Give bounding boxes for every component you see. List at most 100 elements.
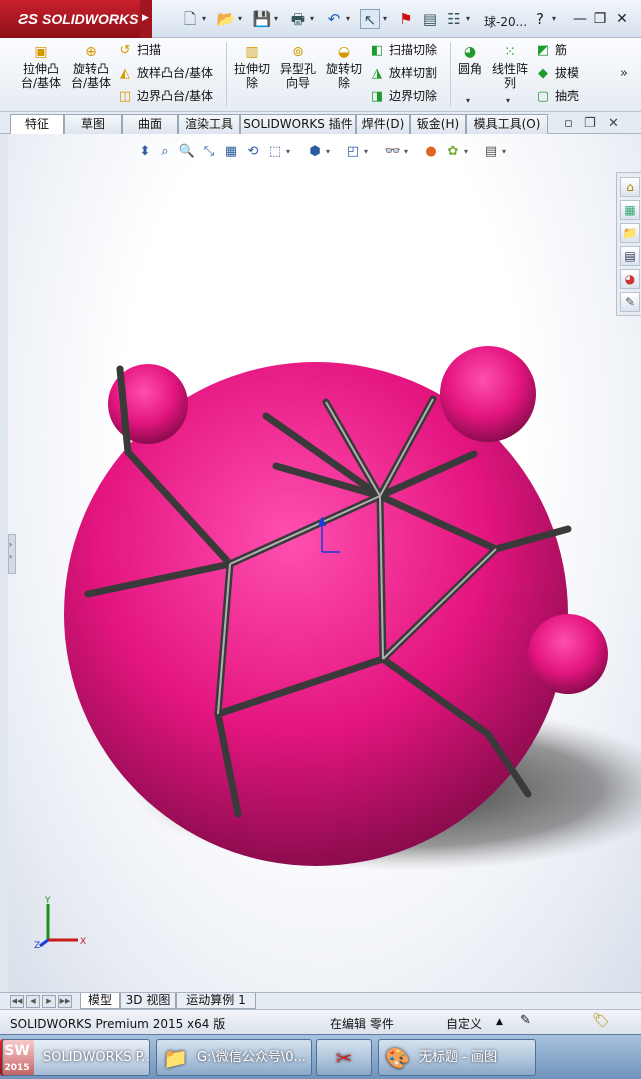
restore-icon[interactable]: ❐ — [590, 9, 610, 29]
graphics-area[interactable]: ⬍ ⌕ 🔍 ⤡ ▦ ⟲ ⬚ ▾ ⬢ ▾ ◰ ▾ 👓 ▾ ● ✿ ▾ ▤ ▾ Y … — [0, 134, 641, 992]
command-manager-ribbon: ▣ 拉伸凸 台/基体 ⊕ 旋转凸 台/基体 ↺ 扫描 ◭ 放样凸台/基体 ◫ 边界凸台… — [0, 38, 641, 112]
extrude-boss-button[interactable]: ▣ 拉伸凸 台/基体 — [18, 44, 64, 90]
tab-3d-views[interactable]: 3D 视图 — [120, 993, 176, 1009]
loft-cut-button[interactable]: ◮ 放样切割 — [368, 63, 437, 83]
first-tab-icon[interactable]: ◀◀ — [10, 995, 24, 1008]
extrude-boss-icon: ▣ — [34, 44, 48, 60]
tab-motion-study[interactable]: 运动算例 1 — [176, 993, 256, 1009]
options-icon[interactable]: ☷ — [444, 9, 464, 29]
pattern-dropdown[interactable]: ▾ — [506, 96, 510, 105]
tag-icon[interactable]: 🏷 — [592, 1013, 610, 1029]
doc-restore-icon[interactable]: ❐ — [584, 116, 596, 131]
open-folder-icon[interactable]: 📂 — [216, 9, 236, 29]
print-icon[interactable]: 🖶 — [288, 9, 308, 29]
windows-taskbar: SW2015 SOLIDWORKS P... 📁 G:\微信公众号\0... ✂… — [0, 1034, 641, 1079]
task-pane-strip: ⌂ ▦ 📁 ▤ ◕ ✎ — [616, 172, 641, 316]
solidworks-logo[interactable]: ƧS SOLIDWORKS — [0, 0, 150, 38]
ball-lobe — [440, 346, 536, 442]
feature-tree-flyout-handle[interactable]: › › — [8, 534, 16, 574]
file-properties-icon[interactable]: ▤ — [420, 9, 440, 29]
svg-text:X: X — [80, 937, 86, 947]
fillet-icon: ◕ — [463, 44, 477, 60]
linear-pattern-button[interactable]: ⁙ 线性阵 列 — [488, 44, 532, 90]
tab-mold-tools[interactable]: 模具工具(O) — [466, 114, 548, 134]
extrude-cut-button[interactable]: ▥ 拉伸切 除 — [230, 44, 274, 90]
bottom-tabs-bar: ◀◀ ◀ ▶ ▶▶ 模型 3D 视图 运动算例 1 — [0, 992, 641, 1009]
close-icon[interactable]: ✕ — [612, 9, 632, 29]
doc-minimize-icon[interactable]: ▫ — [564, 116, 573, 131]
ribbon-more-chevron-icon[interactable]: » — [620, 66, 628, 81]
new-dropdown[interactable]: ▾ — [202, 9, 210, 29]
design-library-icon[interactable]: ▦ — [620, 200, 640, 220]
doc-close-icon[interactable]: ✕ — [608, 116, 619, 131]
tab-sketch[interactable]: 草图 — [64, 114, 122, 134]
linear-pattern-icon: ⁙ — [504, 44, 516, 60]
draft-button[interactable]: ◆ 拔模 — [534, 63, 579, 83]
taskbar-item-solidworks[interactable]: SOLIDWORKS P... — [2, 1039, 150, 1076]
undo-dropdown[interactable]: ▾ — [346, 9, 354, 29]
fillet-button[interactable]: ◕ 圆角 — [454, 44, 486, 76]
reference-triad: Y X Z — [34, 896, 86, 951]
revolve-boss-button[interactable]: ⊕ 旋转凸 台/基体 — [68, 44, 114, 90]
revolve-cut-icon: ◒ — [337, 44, 351, 60]
boundary-boss-button[interactable]: ◫ 边界凸台/基体 — [116, 86, 213, 106]
taskbar-item-paint[interactable]: 🎨 无标题 - 画图 — [378, 1039, 536, 1076]
taskbar-item-explorer[interactable]: 📁 G:\微信公众号\0... — [156, 1039, 312, 1076]
boundary-cut-button[interactable]: ◨ 边界切除 — [368, 86, 437, 106]
taskbar-item-snipping[interactable]: ✂ — [316, 1039, 372, 1076]
units-dropdown-icon[interactable]: ▲ — [496, 1017, 503, 1027]
revolve-boss-icon: ⊕ — [85, 44, 97, 60]
rib-button[interactable]: ◩ 筋 — [534, 40, 567, 60]
traffic-light-icon[interactable]: ⚑ — [396, 9, 416, 29]
draft-icon: ◆ — [538, 66, 548, 81]
solidworks-window: ƧS SOLIDWORKS ▶ 🗋 ▾ 📂 ▾ 💾 ▾ 🖶 ▾ ↶ ▾ ↖ ▾ ⚑… — [0, 0, 641, 1079]
menu-expand-arrow[interactable]: ▶ — [140, 0, 152, 38]
select-arrow-icon[interactable]: ↖ — [360, 9, 380, 29]
command-manager-tabs: 特征 草图 曲面 渲染工具 SOLIDWORKS 插件 焊件(D) 钣金(H) … — [0, 112, 641, 135]
rib-icon: ◩ — [536, 43, 550, 58]
help-icon[interactable]: ? — [530, 9, 550, 29]
select-dropdown[interactable]: ▾ — [383, 9, 391, 29]
prev-tab-icon[interactable]: ◀ — [26, 995, 40, 1008]
appearances-icon[interactable]: ◕ — [620, 269, 640, 289]
tab-weldments[interactable]: 焊件(D) — [356, 114, 410, 134]
paint-palette-icon: 🎨 — [385, 1046, 410, 1070]
tab-sheet-metal[interactable]: 钣金(H) — [410, 114, 466, 134]
tab-solidworks-addins[interactable]: SOLIDWORKS 插件 — [240, 114, 356, 134]
document-title: 球-20... — [484, 15, 528, 29]
custom-properties-icon[interactable]: ✎ — [620, 292, 640, 312]
tab-model[interactable]: 模型 — [80, 993, 120, 1009]
sweep-button[interactable]: ↺ 扫描 — [116, 40, 161, 60]
shell-button[interactable]: ▢ 抽壳 — [534, 86, 579, 106]
file-explorer-icon[interactable]: 📁 — [620, 223, 640, 243]
status-units[interactable]: 自定义 — [446, 1015, 482, 1032]
ribbon-separator — [450, 42, 451, 106]
sweep-cut-button[interactable]: ◧ 扫描切除 — [368, 40, 437, 60]
fillet-dropdown[interactable]: ▾ — [466, 96, 470, 105]
tab-features[interactable]: 特征 — [10, 114, 64, 135]
save-icon[interactable]: 💾 — [252, 9, 272, 29]
last-tab-icon[interactable]: ▶▶ — [58, 995, 72, 1008]
new-document-icon[interactable]: 🗋 — [180, 9, 200, 29]
next-tab-icon[interactable]: ▶ — [42, 995, 56, 1008]
options-dropdown[interactable]: ▾ — [466, 9, 474, 29]
model-render — [64, 346, 641, 871]
undo-icon[interactable]: ↶ — [324, 9, 344, 29]
hole-wizard-button[interactable]: ⊚ 异型孔 向导 — [276, 44, 320, 90]
save-dropdown[interactable]: ▾ — [274, 9, 282, 29]
status-product: SOLIDWORKS Premium 2015 x64 版 — [10, 1017, 226, 1031]
hole-wizard-icon: ⊚ — [292, 44, 304, 60]
tab-render-tools[interactable]: 渲染工具 — [178, 114, 240, 134]
home-icon[interactable]: ⌂ — [620, 177, 640, 197]
boundary-boss-icon: ◫ — [118, 89, 132, 104]
help-dropdown[interactable]: ▾ — [552, 9, 560, 29]
edit-document-icon[interactable]: ✎ — [520, 1013, 531, 1028]
open-dropdown[interactable]: ▾ — [238, 9, 246, 29]
minimize-icon[interactable]: — — [570, 9, 590, 29]
tab-surfaces[interactable]: 曲面 — [122, 114, 178, 134]
boundary-cut-icon: ◨ — [370, 89, 384, 104]
revolve-cut-button[interactable]: ◒ 旋转切 除 — [322, 44, 366, 90]
loft-button[interactable]: ◭ 放样凸台/基体 — [116, 63, 213, 83]
view-palette-icon[interactable]: ▤ — [620, 246, 640, 266]
print-dropdown[interactable]: ▾ — [310, 9, 318, 29]
